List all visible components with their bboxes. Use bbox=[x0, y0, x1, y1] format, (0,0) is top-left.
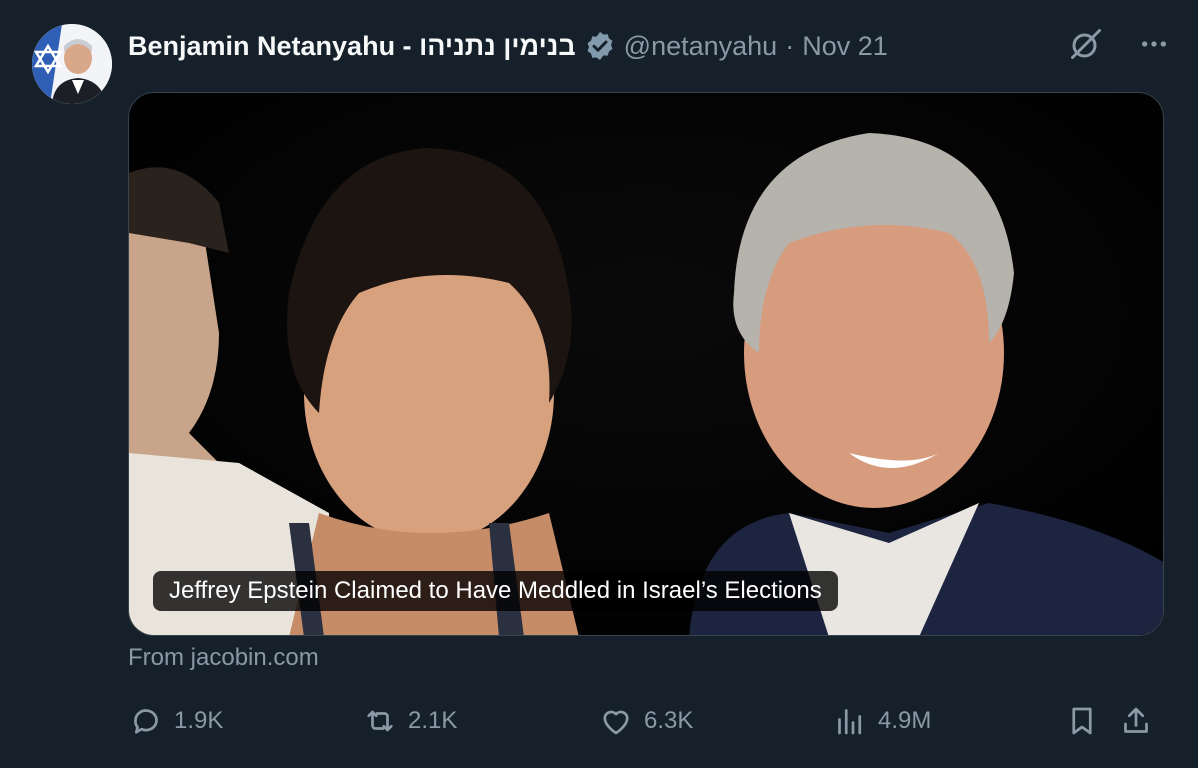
repost-icon bbox=[367, 710, 393, 732]
share-icon bbox=[1124, 707, 1148, 733]
action-bar: 1.9K 2.1K 6.3K 4.9M bbox=[128, 696, 1168, 746]
tweet[interactable]: Benjamin Netanyahu - בנימין נתניהו @neta… bbox=[0, 0, 1198, 768]
avatar[interactable] bbox=[32, 24, 112, 104]
share-button[interactable] bbox=[1118, 696, 1154, 746]
more-icon[interactable] bbox=[1134, 24, 1174, 64]
repost-button[interactable]: 2.1K bbox=[362, 696, 457, 746]
repost-count: 2.1K bbox=[408, 707, 458, 734]
views-icon bbox=[838, 709, 862, 735]
bookmark-icon bbox=[1072, 707, 1092, 735]
card-title: Jeffrey Epstein Claimed to Have Meddled … bbox=[153, 571, 838, 611]
separator-dot: · bbox=[785, 30, 795, 61]
link-card[interactable]: Jeffrey Epstein Claimed to Have Meddled … bbox=[128, 92, 1164, 636]
reply-button[interactable]: 1.9K bbox=[128, 696, 223, 746]
views-count: 4.9M bbox=[878, 707, 932, 734]
like-count: 6.3K bbox=[644, 707, 694, 734]
author-name[interactable]: Benjamin Netanyahu - בנימין נתניהו bbox=[128, 31, 576, 62]
reply-count: 1.9K bbox=[174, 707, 224, 734]
heart-icon bbox=[603, 710, 629, 735]
grok-icon[interactable] bbox=[1066, 24, 1106, 64]
like-button[interactable]: 6.3K bbox=[598, 696, 693, 746]
card-source[interactable]: From jacobin.com bbox=[128, 644, 319, 672]
card-image bbox=[129, 93, 1163, 635]
avatar-image bbox=[32, 24, 112, 104]
bookmark-button[interactable] bbox=[1064, 696, 1100, 746]
views-button[interactable]: 4.9M bbox=[832, 696, 931, 746]
top-actions bbox=[1066, 24, 1174, 64]
author-handle[interactable]: @netanyahu bbox=[624, 31, 778, 62]
verified-badge-icon[interactable] bbox=[584, 30, 616, 62]
tweet-header: Benjamin Netanyahu - בנימין נתניהו @neta… bbox=[128, 26, 888, 66]
reply-icon bbox=[134, 709, 158, 734]
tweet-date[interactable]: Nov 21 bbox=[802, 31, 888, 62]
